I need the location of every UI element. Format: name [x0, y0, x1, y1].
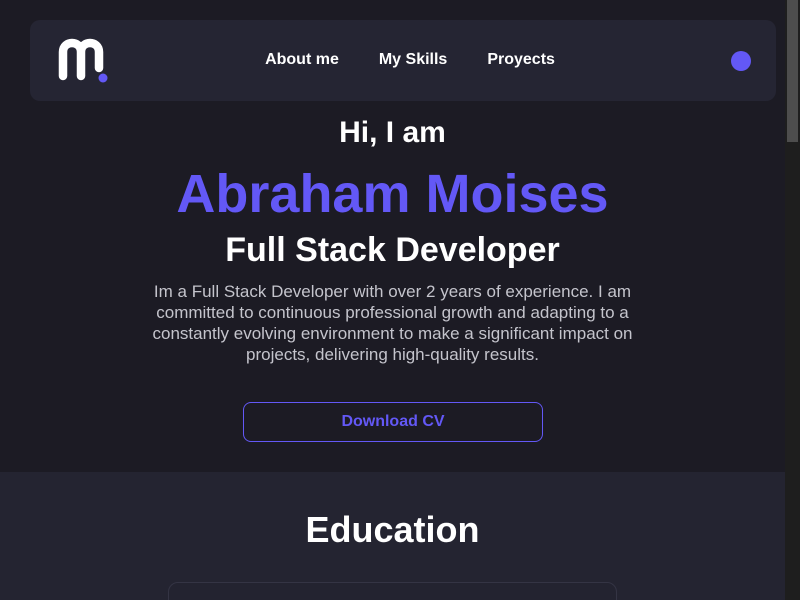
scrollbar-thumb[interactable] — [787, 0, 798, 142]
portfolio-page: About me My Skills Proyects Hi, I am Abr… — [0, 0, 785, 600]
theme-toggle-button[interactable] — [731, 51, 751, 71]
hero-bio: Im a Full Stack Developer with over 2 ye… — [152, 282, 633, 364]
nav-link-my-skills[interactable]: My Skills — [379, 50, 447, 70]
education-title: Education — [305, 509, 480, 550]
hero-greeting: Hi, I am — [339, 116, 446, 149]
vertical-scrollbar[interactable] — [785, 0, 800, 600]
nav-link-proyects[interactable]: Proyects — [487, 50, 555, 70]
hero-role: Full Stack Developer — [225, 231, 560, 269]
education-card — [168, 582, 617, 600]
hero-name: Abraham Moises — [176, 164, 609, 224]
navbar: About me My Skills Proyects — [30, 20, 776, 101]
hero-section: About me My Skills Proyects Hi, I am Abr… — [0, 0, 785, 472]
download-cv-button[interactable]: Download CV — [243, 402, 543, 442]
nav-links: About me My Skills Proyects — [30, 50, 776, 70]
nav-link-about-me[interactable]: About me — [265, 50, 339, 70]
education-section: Education — [0, 472, 785, 600]
